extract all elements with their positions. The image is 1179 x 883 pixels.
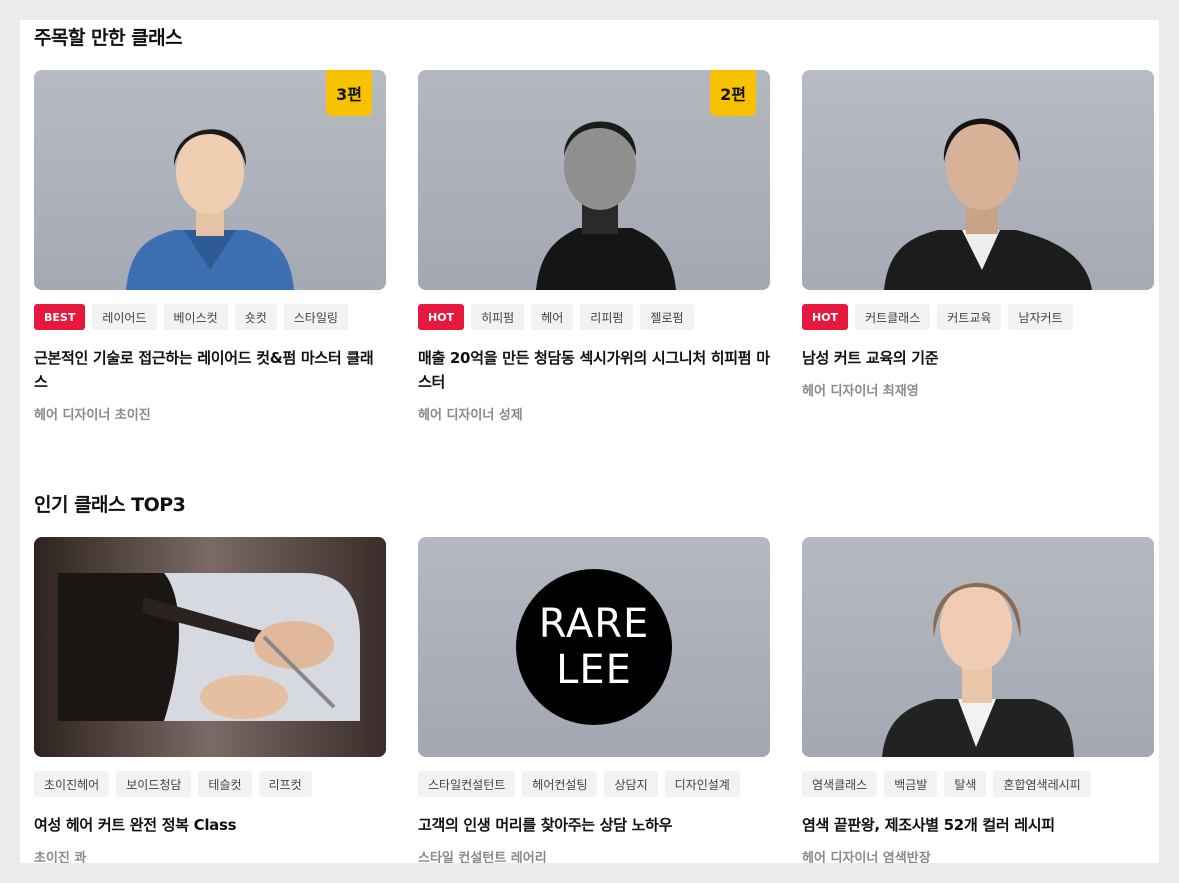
tag[interactable]: 커트교육 [937, 304, 1002, 330]
tag-list: 염색클래스 백금발 탈색 혼합염색레시피 [802, 771, 1154, 797]
tag[interactable]: 상담지 [604, 771, 658, 797]
tag[interactable]: 헤어컨설팅 [522, 771, 598, 797]
haircut-photo [34, 537, 386, 757]
tag[interactable]: 레이어드 [92, 304, 157, 330]
tag[interactable]: 숏컷 [234, 304, 277, 330]
tag-list: 스타일컨설턴트 헤어컨설팅 상담지 디자인설계 [418, 771, 770, 797]
tag[interactable]: 베이스컷 [163, 304, 228, 330]
class-card[interactable]: 염색클래스 백금발 탈색 혼합염색레시피 염색 끝판왕, 제조사별 52개 컬러… [802, 537, 1154, 863]
class-thumbnail[interactable]: 3편 [34, 70, 386, 290]
tag[interactable]: 남자커트 [1008, 304, 1073, 330]
class-card[interactable]: RARE LEE 스타일컨설턴트 헤어컨설팅 상담지 디자인설계 고객의 인생 … [418, 537, 770, 863]
tag[interactable]: 스타일링 [283, 304, 348, 330]
tag[interactable]: 디자인설계 [664, 771, 740, 797]
tag[interactable]: 초이진헤어 [34, 771, 110, 797]
class-thumbnail[interactable] [802, 70, 1154, 290]
tag[interactable]: 보이드청담 [116, 771, 192, 797]
tag[interactable]: 리프컷 [258, 771, 312, 797]
class-thumbnail[interactable]: RARE LEE [418, 537, 770, 757]
tag-list: 초이진헤어 보이드청담 테슬컷 리프컷 [34, 771, 386, 797]
episode-count-badge: 2편 [710, 70, 756, 116]
episode-count-badge: 3편 [326, 70, 372, 116]
class-thumbnail[interactable]: 2편 [418, 70, 770, 290]
class-title[interactable]: 매출 20억을 만든 청담동 섹시가위의 시그니처 히피펌 마스터 [418, 346, 770, 394]
logo-line: RARE [538, 601, 650, 647]
class-card[interactable]: 2편 HOT 히피펌 헤어 리피펌 젤로펌 매출 20억을 만든 청담동 섹시가… [418, 70, 770, 423]
class-author: 헤어 디자이너 염색반장 [802, 851, 931, 863]
class-title[interactable]: 염색 끝판왕, 제조사별 52개 컬러 레시피 [802, 813, 1154, 837]
tag[interactable]: 혼합염색레시피 [993, 771, 1091, 797]
tag[interactable]: 스타일컨설턴트 [418, 771, 516, 797]
class-title[interactable]: 남성 커트 교육의 기준 [802, 346, 1154, 370]
tag-list: BEST 레이어드 베이스컷 숏컷 스타일링 [34, 304, 386, 330]
instructor-photo [802, 70, 1154, 290]
class-title[interactable]: 고객의 인생 머리를 찾아주는 상담 노하우 [418, 813, 770, 837]
class-author: 헤어 디자이너 초이진 [34, 408, 151, 423]
tag[interactable]: 리피펌 [580, 304, 634, 330]
tag[interactable]: 젤로펌 [640, 304, 694, 330]
class-author: 스타일 컨설턴트 레어리 [418, 851, 547, 863]
class-title[interactable]: 여성 헤어 커트 완전 정복 Class [34, 813, 386, 837]
class-author: 헤어 디자이너 성제 [418, 408, 523, 423]
tag[interactable]: 히피펌 [471, 304, 525, 330]
tag[interactable]: 테슬컷 [198, 771, 252, 797]
content-panel: 주목할 만한 클래스 3편 BEST 레이어드 베이스컷 숏컷 스타일링 근본적… [20, 20, 1159, 863]
tag[interactable]: 커트클래스 [855, 304, 931, 330]
section-title-top3: 인기 클래스 TOP3 [34, 494, 186, 516]
rare-lee-logo: RARE LEE [516, 569, 672, 725]
class-author: 헤어 디자이너 최재영 [802, 384, 919, 399]
tag[interactable]: 백금발 [884, 771, 938, 797]
class-title[interactable]: 근본적인 기술로 접근하는 레이어드 컷&펌 마스터 클래스 [34, 346, 386, 394]
class-card[interactable]: HOT 커트클래스 커트교육 남자커트 남성 커트 교육의 기준 헤어 디자이너… [802, 70, 1154, 399]
class-card[interactable]: 초이진헤어 보이드청담 테슬컷 리프컷 여성 헤어 커트 완전 정복 Class… [34, 537, 386, 863]
tag[interactable]: 헤어 [531, 304, 574, 330]
instructor-photo [802, 537, 1154, 757]
section-title-featured: 주목할 만한 클래스 [34, 27, 183, 49]
tag[interactable]: 염색클래스 [802, 771, 878, 797]
class-thumbnail[interactable] [802, 537, 1154, 757]
best-tag[interactable]: BEST [34, 304, 86, 330]
tag-list: HOT 히피펌 헤어 리피펌 젤로펌 [418, 304, 770, 330]
hot-tag[interactable]: HOT [418, 304, 465, 330]
tag-list: HOT 커트클래스 커트교육 남자커트 [802, 304, 1154, 330]
class-author: 초이진 콰 [34, 851, 87, 863]
class-thumbnail[interactable] [34, 537, 386, 757]
logo-line: LEE [556, 647, 632, 693]
hot-tag[interactable]: HOT [802, 304, 849, 330]
class-card[interactable]: 3편 BEST 레이어드 베이스컷 숏컷 스타일링 근본적인 기술로 접근하는 … [34, 70, 386, 423]
tag[interactable]: 탈색 [944, 771, 987, 797]
